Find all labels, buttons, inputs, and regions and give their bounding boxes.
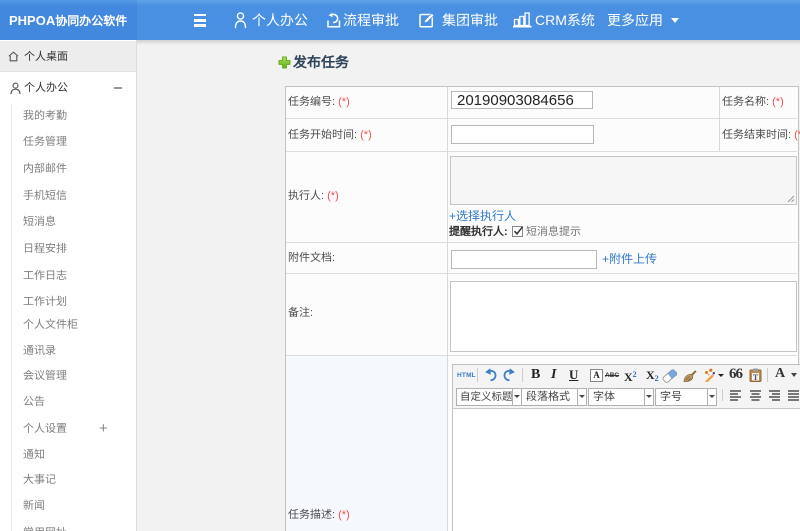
svg-text:T: T xyxy=(753,373,759,382)
